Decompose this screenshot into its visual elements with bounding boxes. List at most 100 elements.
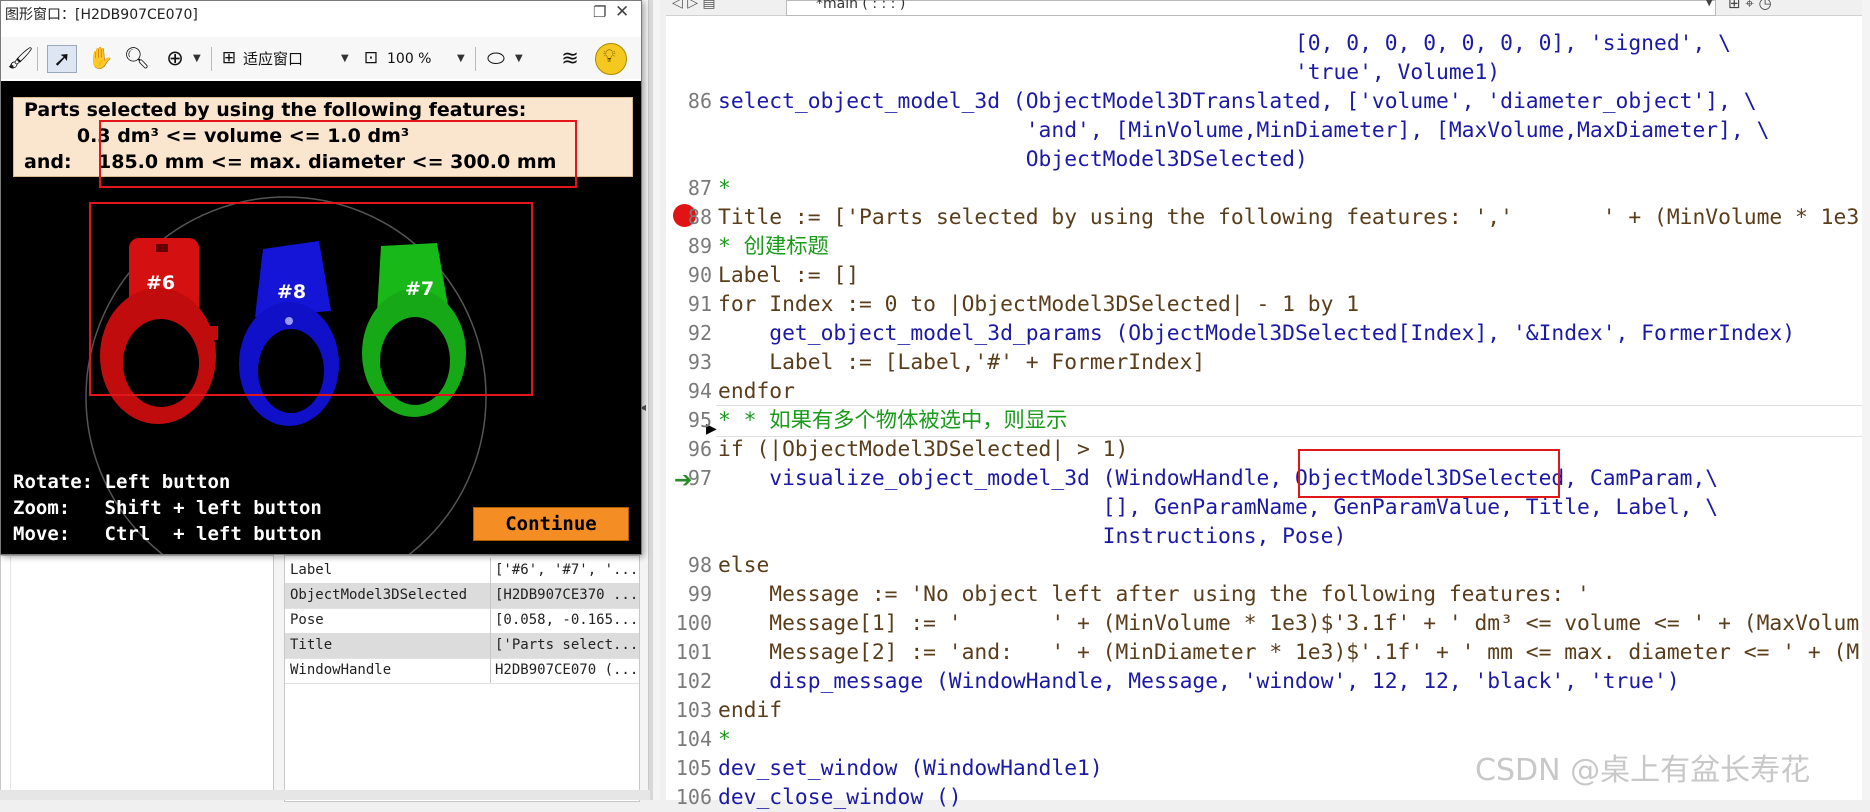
chevron-down-icon[interactable]: ▼ — [457, 47, 465, 71]
code-line[interactable]: Instructions, Pose) — [718, 522, 1347, 551]
program-window-pane — [0, 555, 274, 792]
brush-icon[interactable]: 🖌 — [7, 45, 34, 71]
toolbar-tools-icon[interactable]: ⊞ ⌖ ◷ — [1728, 0, 1772, 12]
watermark: CSDN @桌上有盆长寿花 — [1475, 753, 1811, 788]
code-line[interactable]: * * 如果有多个物体被选中，则显示 — [718, 406, 1067, 435]
code-line[interactable]: Title := ['Parts selected by using the f… — [718, 203, 1859, 232]
chevron-down-icon[interactable]: ▼ — [341, 47, 349, 71]
parts-highlight-box — [89, 202, 533, 396]
line-number: 95 — [687, 408, 712, 432]
variable-name: Label — [290, 562, 333, 578]
graphics-window-titlebar[interactable]: 图形窗口：[H2DB907CE070] ❐ ✕ — [1, 1, 641, 23]
line-number: 89 — [687, 234, 712, 258]
code-line[interactable]: * 创建标题 — [718, 232, 829, 261]
variable-row[interactable]: Label ['#6', '#7', '... — [285, 558, 639, 584]
graphics-toolbar: 🖌 ➚ ✋ 🔍︎ ⊕ ▼ ⊞ 适应窗口 ▼ ⊡ 100 % ▼ ⬭ ▼ ≋ — [1, 37, 641, 79]
procedure-select[interactable] — [786, 0, 1716, 16]
code-line[interactable]: Message[1] := ' ' + (MinVolume * 1e3)$'3… — [718, 609, 1859, 638]
draw-shape-icon[interactable]: ⬭ — [481, 45, 511, 71]
chevron-down-icon[interactable]: ▼ — [515, 47, 523, 71]
chevron-down-icon[interactable]: ▼ — [1705, 0, 1713, 8]
line-number: 103 — [675, 698, 712, 722]
bulb-glyph-icon: 💡︎ — [603, 46, 616, 67]
variable-value: ['#6', '#7', '... — [495, 562, 635, 578]
variable-value: H2DB907CE070 (... — [495, 662, 635, 678]
pointer-icon[interactable]: ➚ — [47, 45, 77, 73]
variable-row[interactable]: WindowHandle H2DB907CE070 (... — [285, 658, 639, 684]
code-line[interactable]: disp_message (WindowHandle, Message, 'wi… — [718, 667, 1679, 696]
code-line[interactable]: * — [718, 725, 731, 754]
instruction-line: Rotate: Left button — [13, 471, 231, 493]
code-line[interactable]: 'true', Volume1) — [718, 58, 1500, 87]
variable-table: Label ['#6', '#7', '... ObjectModel3DSel… — [284, 555, 640, 802]
restore-icon[interactable]: ❐ — [593, 3, 606, 21]
code-line[interactable]: select_object_model_3d (ObjectModel3DTra… — [718, 87, 1757, 116]
code-line[interactable]: 'and', [MinVolume,MinDiameter], [MaxVolu… — [718, 116, 1770, 145]
code-line[interactable]: get_object_model_3d_params (ObjectModel3… — [718, 319, 1795, 348]
status-strip — [0, 790, 650, 800]
splitter-handle[interactable] — [648, 0, 653, 800]
code-line[interactable]: dev_close_window () — [718, 783, 962, 812]
instruction-line: Zoom: Shift + left button — [13, 497, 322, 519]
continue-button[interactable]: Continue — [473, 507, 629, 541]
code-line[interactable]: for Index := 0 to |ObjectModel3DSelected… — [718, 290, 1359, 319]
line-number: 86 — [687, 89, 712, 113]
line-number: 102 — [675, 669, 712, 693]
pane-divider — [10, 555, 11, 790]
fit-window-select[interactable]: 适应窗口 — [243, 47, 303, 71]
code-line[interactable]: Message := 'No object left after using t… — [718, 580, 1590, 609]
code-line[interactable]: ObjectModel3DSelected) — [718, 145, 1308, 174]
code-line[interactable]: Label := [] — [718, 261, 859, 290]
feature-highlight-box — [99, 120, 577, 188]
variable-value: [H2DB907CE370 ... — [495, 587, 635, 603]
code-line[interactable]: [0, 0, 0, 0, 0, 0, 0], 'signed', \ — [718, 29, 1731, 58]
code-line[interactable]: if (|ObjectModel3DSelected| > 1) — [718, 435, 1128, 464]
procedure-name: *main ( : : : ) — [816, 0, 906, 12]
code-line[interactable]: Label := [Label,'#' + FormerIndex] — [718, 348, 1205, 377]
line-number: 100 — [675, 611, 712, 635]
code-line[interactable]: Message[2] := 'and: ' + (MinDiameter * 1… — [718, 638, 1859, 667]
variable-row[interactable]: ObjectModel3DSelected [H2DB907CE370 ... — [285, 583, 639, 609]
argument-highlight-box — [1298, 449, 1560, 498]
line-number: 90 — [687, 263, 712, 287]
code-line[interactable]: [], GenParamName, GenParamValue, Title, … — [718, 493, 1718, 522]
instruction-line: Move: Ctrl + left button — [13, 523, 322, 545]
line-number: 88 — [687, 205, 712, 229]
close-icon[interactable]: ✕ — [615, 2, 629, 22]
line-number: 91 — [687, 292, 712, 316]
variable-row[interactable]: Pose [0.058, -0.165... — [285, 608, 639, 634]
fit-window-icon[interactable]: ⊞ — [217, 45, 241, 71]
line-number: 92 — [687, 321, 712, 345]
layers-icon[interactable]: ≋ — [556, 45, 584, 71]
code-line[interactable]: * — [718, 174, 731, 203]
line-number: 101 — [675, 640, 712, 664]
variable-name: Pose — [290, 612, 324, 628]
variable-value: [0.058, -0.165... — [495, 612, 635, 628]
chevron-down-icon[interactable]: ▼ — [193, 47, 201, 71]
variable-name: WindowHandle — [290, 662, 392, 678]
line-number: 99 — [687, 582, 712, 606]
code-line[interactable]: dev_set_window (WindowHandle1) — [718, 754, 1103, 783]
zoom-select[interactable]: 100 % — [387, 47, 431, 71]
line-number: 97 — [687, 466, 712, 490]
variable-value: ['Parts select... — [495, 637, 635, 653]
variable-name: Title — [290, 637, 333, 653]
code-line[interactable]: visualize_object_model_3d (WindowHandle,… — [718, 464, 1718, 493]
editor-scrollbar[interactable] — [1862, 0, 1870, 800]
code-line[interactable]: endfor — [718, 377, 795, 406]
zoom-in-icon[interactable]: ⊕ — [161, 45, 189, 71]
line-number: 104 — [675, 727, 712, 751]
line-number: 93 — [687, 350, 712, 374]
code-line[interactable]: endif — [718, 696, 782, 725]
code-line[interactable]: else — [718, 551, 769, 580]
line-number: 94 — [687, 379, 712, 403]
magnifier-icon[interactable]: 🔍︎ — [123, 45, 151, 71]
graphics-window: 图形窗口：[H2DB907CE070] ❐ ✕ 🖌 ➚ ✋ 🔍︎ ⊕ ▼ ⊞ 适… — [0, 0, 642, 555]
line-number: 106 — [675, 785, 712, 809]
line-number: 96 — [687, 437, 712, 461]
back-icon[interactable]: ◁ ▷ ▤ — [672, 0, 716, 11]
line-number: 87 — [687, 176, 712, 200]
variable-row[interactable]: Title ['Parts select... — [285, 633, 639, 659]
hand-icon[interactable]: ✋ — [87, 45, 115, 71]
zoom-frame-icon[interactable]: ⊡ — [359, 45, 383, 71]
